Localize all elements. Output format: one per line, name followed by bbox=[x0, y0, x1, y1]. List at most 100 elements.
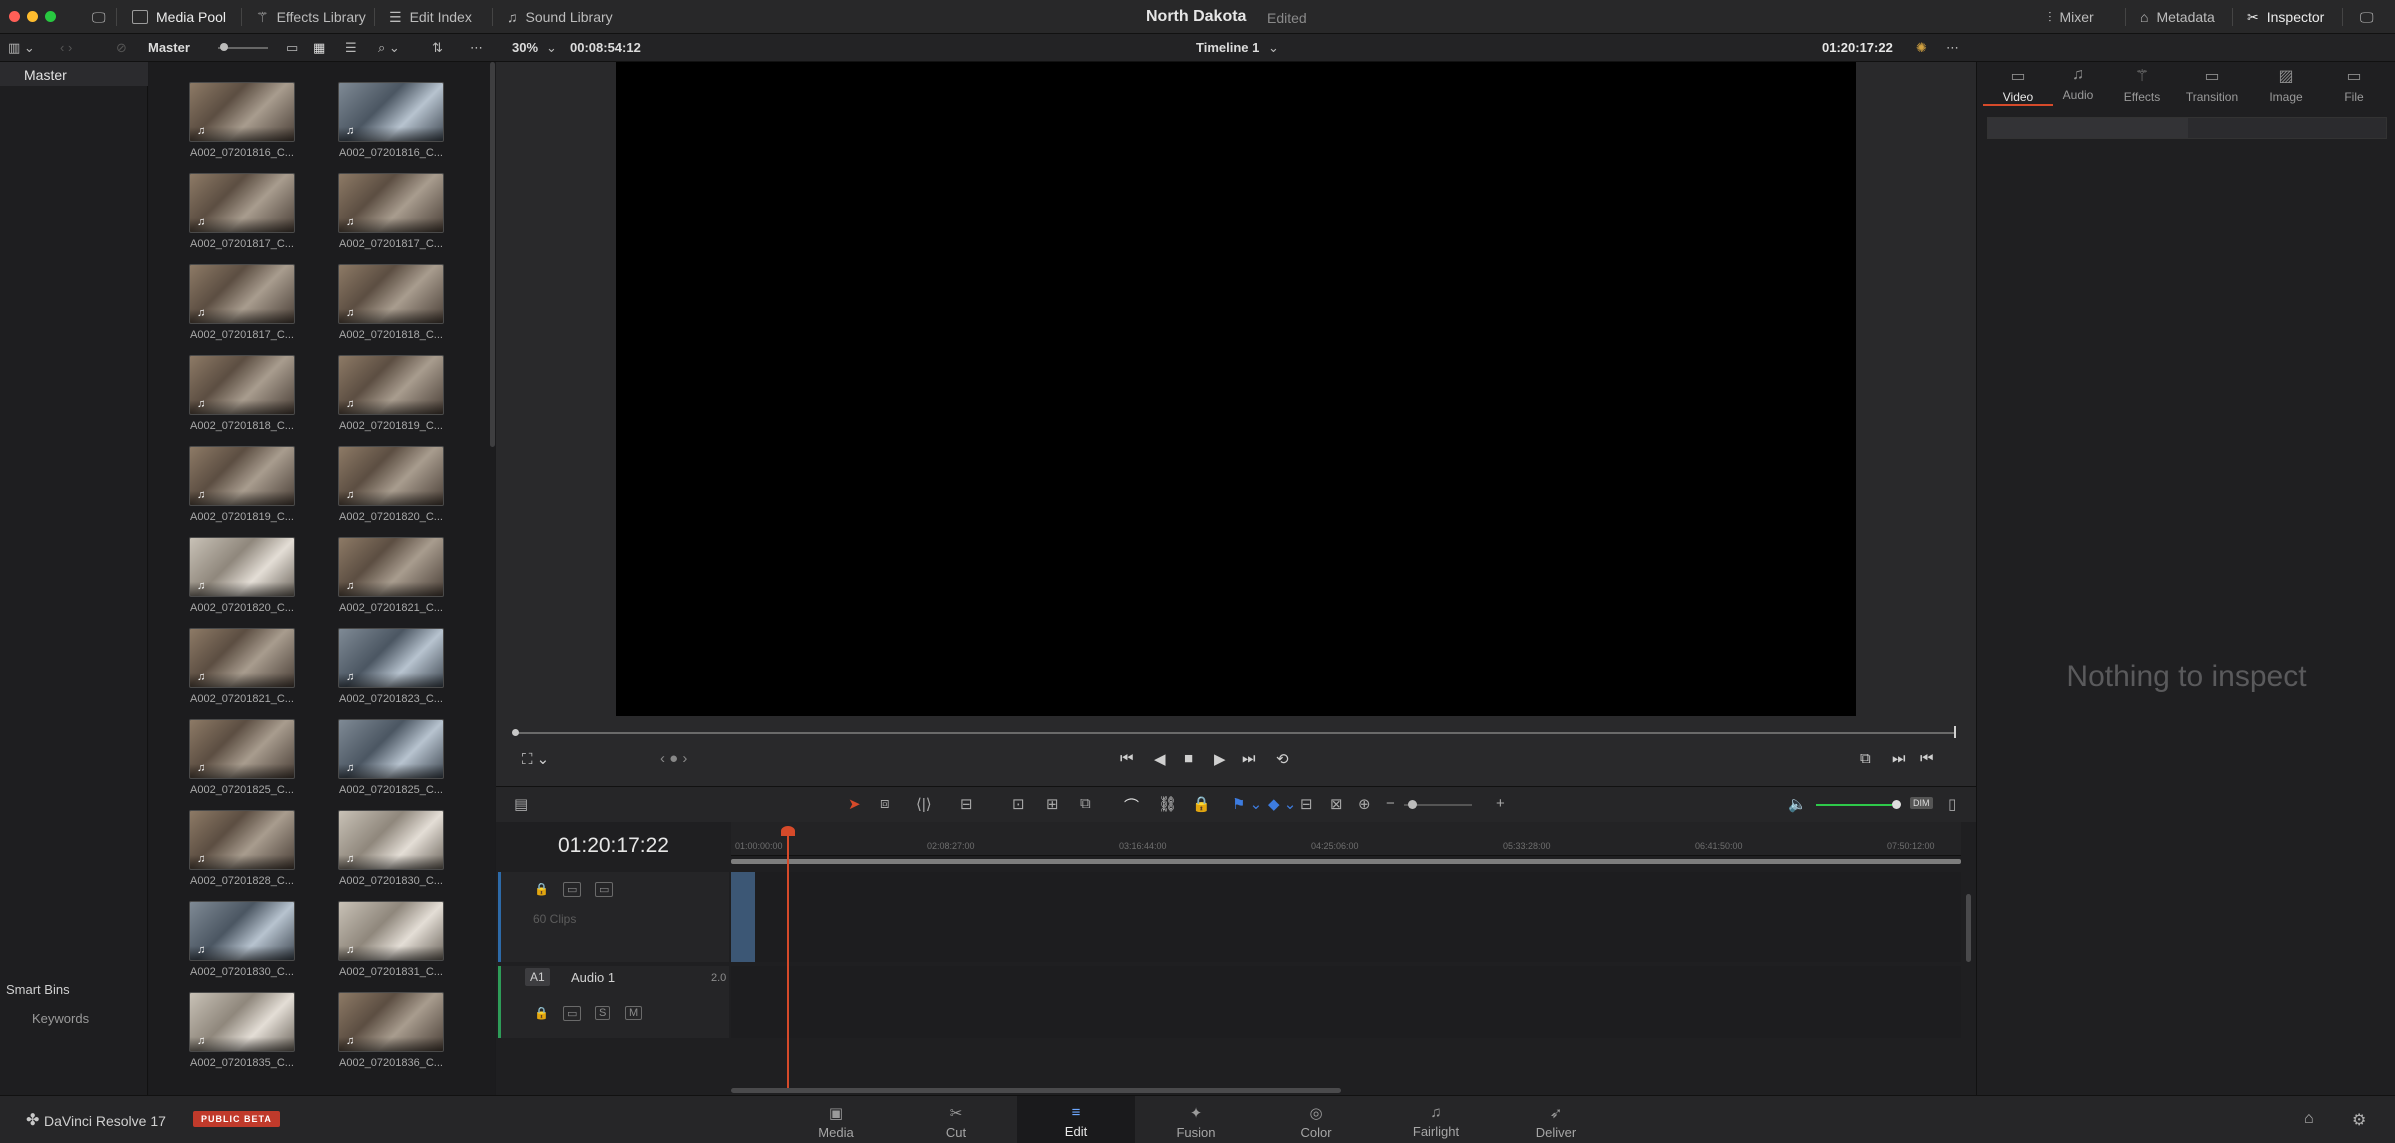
media-pool-clip[interactable]: ♫ A002_07201821_C... bbox=[189, 628, 295, 705]
lock-icon[interactable]: 🔒 bbox=[531, 882, 552, 896]
speaker-icon[interactable]: 🔈 bbox=[1788, 795, 1807, 813]
timeline-range-bar[interactable] bbox=[731, 859, 1961, 864]
media-pool-button[interactable]: Media Pool bbox=[124, 5, 234, 29]
volume-knob[interactable] bbox=[1892, 800, 1901, 809]
media-pool-clip[interactable]: ♫ A002_07201830_C... bbox=[338, 810, 444, 887]
video-clip[interactable] bbox=[731, 872, 755, 962]
media-pool-clip[interactable]: ♫ A002_07201818_C... bbox=[189, 355, 295, 432]
back-forward-icons[interactable]: ‹ › bbox=[60, 40, 72, 55]
dim-button[interactable]: DIM bbox=[1910, 797, 1933, 809]
chevron-down-icon[interactable]: ⌄ bbox=[546, 40, 557, 56]
trim-tool-icon[interactable]: ⧈ bbox=[880, 795, 890, 812]
audio-meter-icon[interactable]: ▯ bbox=[1948, 795, 1956, 813]
media-pool-clip[interactable]: ♫ A002_07201817_C... bbox=[189, 173, 295, 250]
media-pool-clip[interactable]: ♫ A002_07201830_C... bbox=[189, 901, 295, 978]
sound-library-button[interactable]: ♫ Sound Library bbox=[499, 5, 621, 29]
inspector-tab-file[interactable]: ▭ File bbox=[2319, 62, 2389, 106]
media-pool-clip[interactable]: ♫ A002_07201819_C... bbox=[338, 355, 444, 432]
search-icon[interactable]: ⌕ ⌄ bbox=[378, 40, 400, 56]
edit-index-button[interactable]: ☰ Edit Index bbox=[381, 5, 480, 29]
media-pool-clip[interactable]: ♫ A002_07201817_C... bbox=[338, 173, 444, 250]
snapping-icon[interactable]: ⌒ bbox=[1124, 795, 1139, 816]
smart-bin-keywords[interactable]: Keywords bbox=[32, 1011, 89, 1026]
marker-icon[interactable]: ◆ ⌄ bbox=[1268, 795, 1296, 813]
viewer-scrubber[interactable] bbox=[516, 732, 1956, 734]
linked-selection-icon[interactable]: ⛓ bbox=[1158, 795, 1177, 813]
page-tab-media[interactable]: ▣ Media bbox=[777, 1096, 895, 1143]
inspector-tab-effects[interactable]: ⚚ Effects bbox=[2107, 62, 2177, 106]
page-tab-fusion[interactable]: ✦ Fusion bbox=[1137, 1096, 1255, 1143]
media-pool-clip[interactable]: ♫ A002_07201816_C... bbox=[338, 82, 444, 159]
timeline-vertical-scrollbar[interactable] bbox=[1966, 894, 1971, 962]
inspector-tab-image[interactable]: ▨ Image bbox=[2251, 62, 2321, 106]
media-pool-clip[interactable]: ♫ A002_07201831_C... bbox=[338, 901, 444, 978]
selection-tool-icon[interactable]: ➤ bbox=[848, 795, 861, 813]
media-pool-clip[interactable]: ♫ A002_07201825_C... bbox=[189, 719, 295, 796]
audio-track-name[interactable]: Audio 1 bbox=[571, 970, 615, 985]
bin-options-icon[interactable]: ⊘ bbox=[116, 40, 127, 56]
auto-select-icon[interactable]: ▭ bbox=[563, 1006, 582, 1021]
viewer-frame[interactable] bbox=[616, 62, 1856, 716]
minimize-window-icon[interactable] bbox=[27, 11, 38, 22]
media-pool-clip[interactable]: ♫ A002_07201816_C... bbox=[189, 82, 295, 159]
home-icon[interactable]: ⌂ bbox=[2304, 1110, 2314, 1128]
viewer-frame-options-icon[interactable]: ⛶ ⌄ bbox=[522, 750, 549, 768]
media-pool-clip[interactable]: ♫ A002_07201828_C... bbox=[189, 810, 295, 887]
audio-track-lane[interactable] bbox=[731, 966, 1961, 1038]
previous-edit-icon[interactable]: ⏮ bbox=[1920, 750, 1934, 767]
media-pool-clip[interactable]: ♫ A002_07201820_C... bbox=[189, 537, 295, 614]
thumbnail-view-icon[interactable]: ▦ bbox=[313, 40, 325, 56]
media-pool-clip[interactable]: ♫ A002_07201821_C... bbox=[338, 537, 444, 614]
media-pool-clip[interactable]: ♫ A002_07201835_C... bbox=[189, 992, 295, 1069]
zoom-out-icon[interactable]: − bbox=[1386, 795, 1395, 812]
scrubber-position-dot[interactable] bbox=[512, 729, 519, 736]
dynamic-trim-icon[interactable]: ⟨|⟩ bbox=[916, 795, 932, 813]
enable-track-icon[interactable]: ▭ bbox=[595, 882, 614, 897]
playhead[interactable] bbox=[787, 830, 789, 1088]
video-track-lane[interactable] bbox=[731, 872, 1961, 962]
viewer-zoom[interactable]: 30% bbox=[512, 40, 538, 55]
solo-button[interactable]: S bbox=[595, 1006, 611, 1020]
lock-icon[interactable]: 🔒 bbox=[531, 1006, 552, 1020]
zoom-window-icon[interactable] bbox=[45, 11, 56, 22]
page-tab-color[interactable]: ◎ Color bbox=[1257, 1096, 1375, 1143]
zoom-in-icon[interactable]: + bbox=[1496, 795, 1505, 812]
page-tab-fairlight[interactable]: ♫ Fairlight bbox=[1377, 1096, 1495, 1143]
insert-clip-icon[interactable]: ⊡ bbox=[1012, 795, 1025, 813]
volume-slider[interactable] bbox=[1816, 804, 1892, 806]
blade-tool-icon[interactable]: ⊟ bbox=[960, 795, 973, 813]
more-options-icon[interactable]: ⋯ bbox=[1946, 40, 1959, 56]
metadata-button[interactable]: ⌂ Metadata bbox=[2132, 5, 2223, 29]
media-pool-clip[interactable]: ♫ A002_07201820_C... bbox=[338, 446, 444, 523]
inspector-tab-transition[interactable]: ▭ Transition bbox=[2177, 62, 2247, 106]
timeline-selector[interactable]: Timeline 1 bbox=[1196, 40, 1259, 55]
fullscreen-monitor-icon[interactable]: 🖵 bbox=[2352, 5, 2382, 29]
play-icon[interactable]: ▶ bbox=[1214, 750, 1226, 768]
timeline-horizontal-scrollbar[interactable] bbox=[731, 1088, 1341, 1093]
list-view-icon[interactable]: ☰ bbox=[345, 40, 357, 56]
reverse-play-icon[interactable]: ◀ bbox=[1154, 750, 1166, 768]
workspace-monitor-icon[interactable]: 🖵 bbox=[84, 5, 114, 29]
timeline-view-options-icon[interactable]: ▤ bbox=[514, 795, 528, 813]
bin-item-master[interactable]: Master bbox=[0, 62, 148, 86]
loop-icon[interactable]: ⟲ bbox=[1276, 750, 1289, 768]
auto-select-icon[interactable]: ▭ bbox=[563, 882, 582, 897]
zoom-full-icon[interactable]: ⊟ bbox=[1300, 795, 1313, 813]
media-pool-clip[interactable]: ♫ A002_07201823_C... bbox=[338, 628, 444, 705]
mixer-button[interactable]: ⫶ Mixer bbox=[2040, 5, 2102, 29]
media-pool-clip[interactable]: ♫ A002_07201819_C... bbox=[189, 446, 295, 523]
flag-icon[interactable]: ⚑ ⌄ bbox=[1232, 795, 1262, 813]
position-lock-icon[interactable]: 🔒 bbox=[1192, 795, 1211, 813]
zoom-detail-icon[interactable]: ⊠ bbox=[1330, 795, 1343, 813]
slider-knob[interactable] bbox=[220, 43, 228, 51]
page-tab-cut[interactable]: ✂ Cut bbox=[897, 1096, 1015, 1143]
zoom-custom-icon[interactable]: ⊕ bbox=[1358, 795, 1371, 813]
settings-gear-icon[interactable]: ⚙ bbox=[2352, 1110, 2366, 1130]
replace-clip-icon[interactable]: ⧉ bbox=[1080, 795, 1091, 812]
close-window-icon[interactable] bbox=[9, 11, 20, 22]
match-frame-icon[interactable]: ⧉ bbox=[1860, 750, 1871, 767]
inspector-button[interactable]: ✂ Inspector bbox=[2239, 5, 2332, 29]
effects-library-button[interactable]: ⚚ Effects Library bbox=[248, 5, 374, 29]
go-to-start-icon[interactable]: ⏮ bbox=[1120, 750, 1134, 767]
stop-icon[interactable]: ■ bbox=[1184, 750, 1193, 767]
